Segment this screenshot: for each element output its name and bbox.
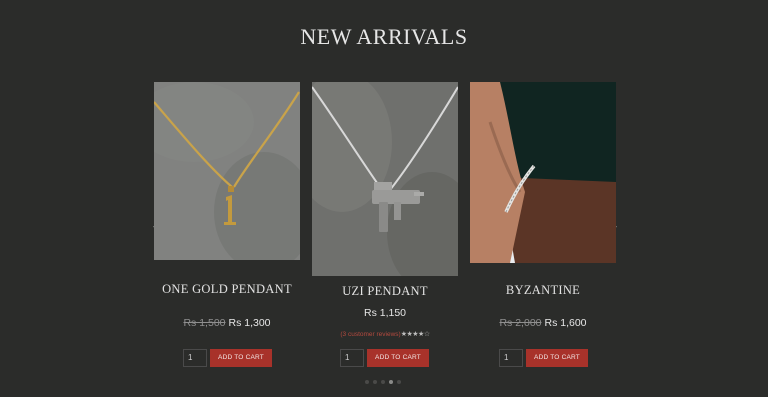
- reviews-link[interactable]: (3 customer reviews): [340, 331, 400, 338]
- product-price: Rs 2,000 Rs 1,600: [470, 317, 616, 329]
- quantity-input[interactable]: 1: [499, 349, 523, 367]
- original-price: Rs 1,500: [183, 317, 226, 329]
- quantity-input[interactable]: 1: [183, 349, 207, 367]
- pagination-dot[interactable]: [373, 380, 377, 384]
- add-to-cart-button[interactable]: ADD TO CART: [210, 349, 272, 367]
- product-name[interactable]: BYZANTINE: [470, 283, 616, 298]
- product-card: ONE GOLD PENDANT Rs 1,500 Rs 1,300 1 ADD …: [154, 82, 300, 372]
- product-image[interactable]: [154, 82, 300, 260]
- pagination-dot[interactable]: [365, 380, 369, 384]
- product-name[interactable]: ONE GOLD PENDANT: [154, 282, 300, 297]
- product-card: UZI PENDANT Rs 1,150 (3 customer reviews…: [312, 82, 458, 372]
- product-image[interactable]: [470, 82, 616, 263]
- product-reviews: (3 customer reviews)★★★★☆: [312, 330, 458, 338]
- pagination-dot[interactable]: [397, 380, 401, 384]
- pagination-dot[interactable]: [381, 380, 385, 384]
- product-image[interactable]: [312, 82, 458, 276]
- star-rating-icon: ★★★★☆: [400, 331, 430, 338]
- pagination-dot-active[interactable]: [389, 380, 393, 384]
- original-price: Rs 2,000: [499, 317, 542, 329]
- product-price: Rs 1,150: [312, 307, 458, 319]
- product-price: Rs 1,500 Rs 1,300: [154, 317, 300, 329]
- add-to-cart-button[interactable]: ADD TO CART: [526, 349, 588, 367]
- page-title: NEW ARRIVALS: [300, 24, 468, 49]
- sale-price: Rs 1,600: [544, 317, 587, 329]
- sale-price: Rs 1,150: [363, 307, 407, 319]
- product-card: BYZANTINE Rs 2,000 Rs 1,600 1 ADD TO CART: [470, 82, 616, 372]
- sale-price: Rs 1,300: [228, 317, 271, 329]
- carousel-pagination: [365, 380, 405, 386]
- product-name[interactable]: UZI PENDANT: [312, 284, 458, 299]
- quantity-input[interactable]: 1: [340, 349, 364, 367]
- add-to-cart-button[interactable]: ADD TO CART: [367, 349, 429, 367]
